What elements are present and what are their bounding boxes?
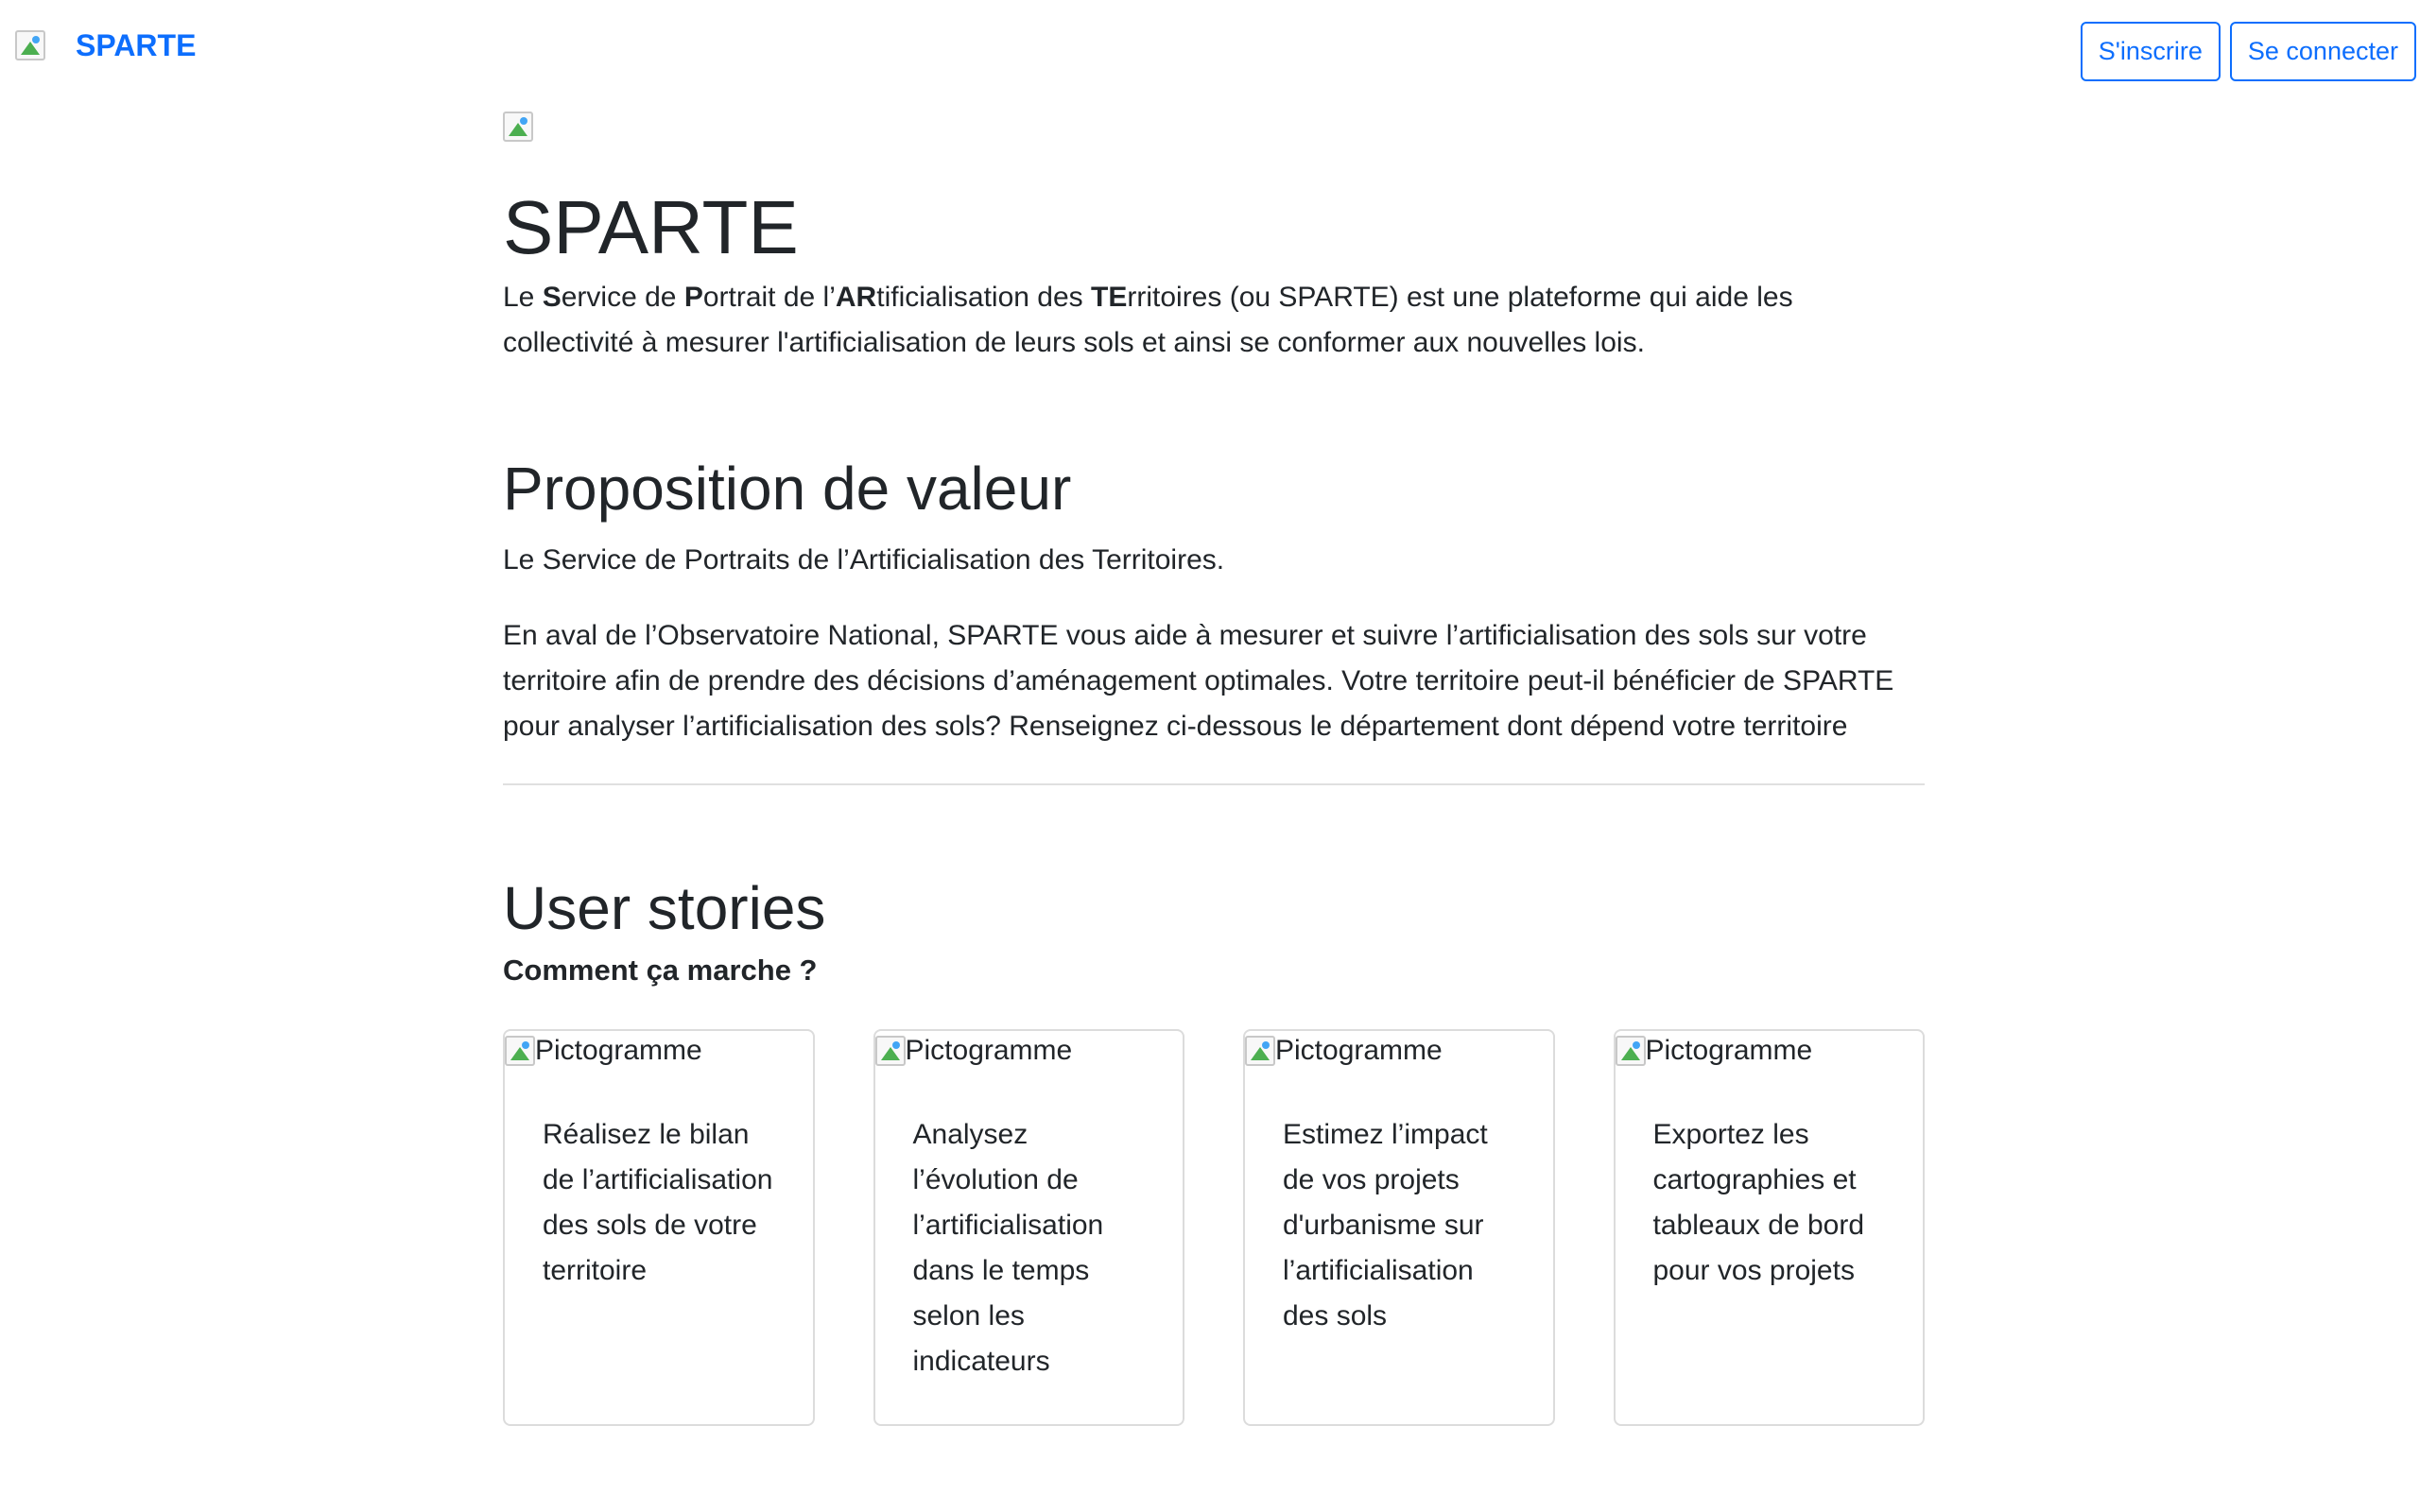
pictogram-image: Pictogramme (874, 1031, 1184, 1071)
section-divider (503, 783, 1925, 785)
story-card: Pictogramme Exportez les cartographies e… (1613, 1029, 1925, 1426)
story-card: Pictogramme Analysez l’évolution de l’ar… (873, 1029, 1184, 1426)
hero-image-icon (503, 112, 533, 142)
signup-button[interactable]: S'inscrire (2080, 22, 2221, 81)
pictogram-alt: Pictogramme (535, 1035, 702, 1066)
pictogram-icon (1245, 1036, 1275, 1066)
navbar: SPARTE S'inscrire Se connecter (0, 0, 2420, 102)
brand-logo-icon (15, 30, 45, 60)
pictogram-alt: Pictogramme (1275, 1035, 1443, 1066)
nav-actions: S'inscrire Se connecter (2080, 22, 2416, 81)
pictogram-icon (874, 1036, 906, 1066)
story-card: Pictogramme Estimez l’impact de vos proj… (1243, 1029, 1555, 1426)
story-card-text: Analysez l’évolution de l’artificialisat… (912, 1119, 1104, 1377)
value-subtitle: Le Service de Portraits de l’Artificiali… (503, 544, 1225, 576)
pictogram-image: Pictogramme (1615, 1031, 1924, 1071)
pictogram-icon (505, 1036, 535, 1066)
pictogram-alt: Pictogramme (1645, 1035, 1813, 1066)
brand-link[interactable]: SPARTE (15, 26, 196, 64)
story-cards: Pictogramme Réalisez le bilan de l’artif… (503, 1029, 1925, 1426)
pictogram-image: Pictogramme (505, 1031, 813, 1071)
login-button[interactable]: Se connecter (2229, 22, 2416, 81)
story-card-text: Exportez les cartographies et tableaux d… (1652, 1119, 1865, 1286)
pictogram-icon (1615, 1036, 1646, 1066)
pictogram-alt: Pictogramme (905, 1035, 1073, 1066)
story-card-text: Réalisez le bilan de l’artificialisation… (543, 1119, 773, 1286)
page-title: SPARTE (503, 185, 799, 269)
main-content: SPARTE Le Service de Portrait de l’ARtif… (503, 112, 1925, 1426)
stories-subtitle: Comment ça marche ? (503, 954, 818, 987)
story-card: Pictogramme Réalisez le bilan de l’artif… (503, 1029, 815, 1426)
value-description: En aval de l’Observatoire National, SPAR… (503, 620, 1894, 742)
value-title: Proposition de valeur (503, 455, 1072, 523)
hero-lead: Le Service de Portrait de l’ARtificialis… (503, 282, 1793, 358)
pictogram-image: Pictogramme (1245, 1031, 1553, 1071)
story-card-text: Estimez l’impact de vos projets d'urbani… (1283, 1119, 1488, 1332)
stories-title: User stories (503, 874, 826, 942)
brand-name: SPARTE (76, 28, 197, 62)
